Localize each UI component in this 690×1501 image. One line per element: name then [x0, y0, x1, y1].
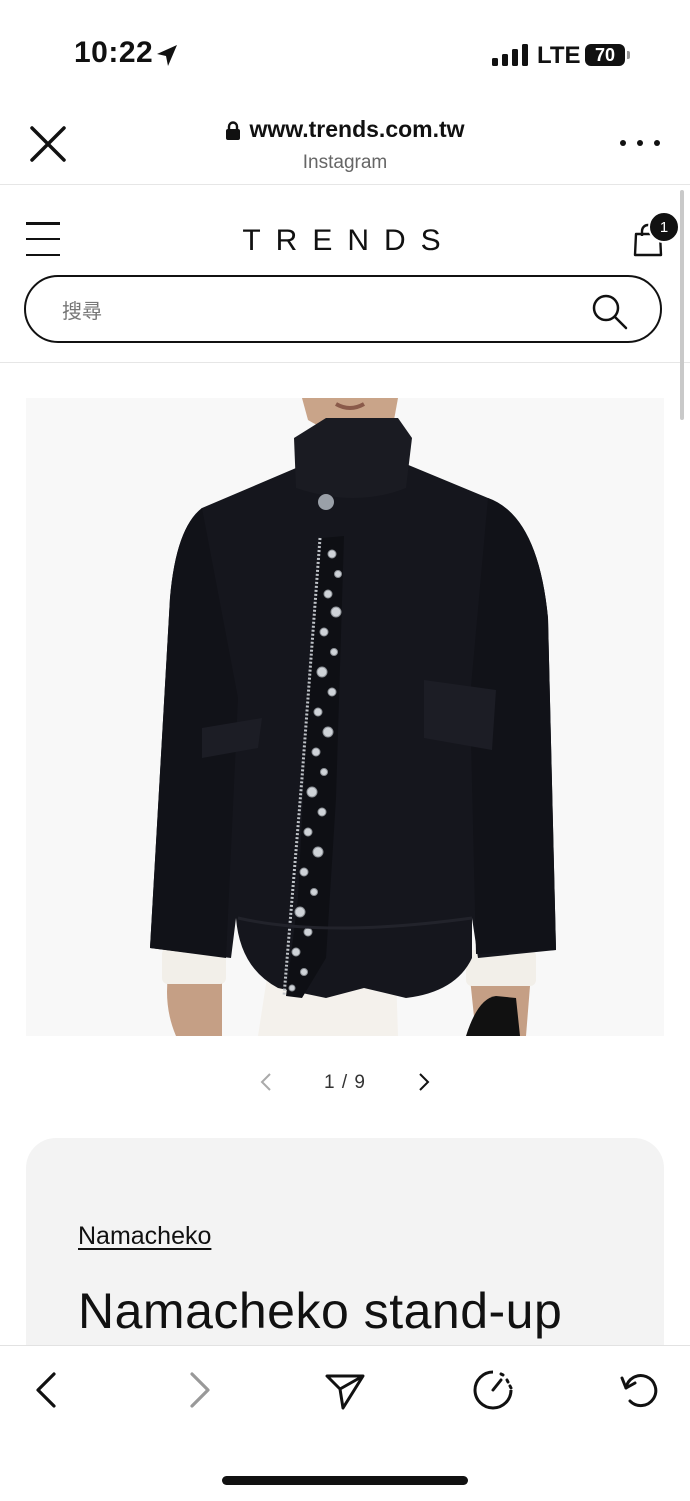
home-indicator[interactable]: [222, 1476, 468, 1485]
send-icon[interactable]: [323, 1368, 367, 1412]
site-divider: [0, 362, 690, 363]
status-time: 10:22: [74, 36, 154, 69]
back-icon[interactable]: [26, 1368, 70, 1412]
battery-icon: 70: [585, 44, 625, 66]
site-logo[interactable]: TRENDS: [0, 224, 690, 258]
search-field[interactable]: [24, 275, 662, 343]
signal-icon: [492, 44, 528, 66]
url-text: www.trends.com.tw: [249, 116, 465, 142]
search-icon[interactable]: [590, 292, 630, 332]
image-pager: 1 / 9: [324, 1072, 366, 1093]
speed-icon[interactable]: [471, 1368, 515, 1412]
header-divider: [0, 184, 690, 185]
reload-icon[interactable]: [618, 1368, 662, 1412]
url-bar[interactable]: www.trends.com.tw: [0, 116, 690, 143]
lock-icon: [226, 121, 241, 140]
product-title: Namacheko stand-up: [78, 1283, 563, 1339]
brand-link[interactable]: Namacheko: [78, 1222, 211, 1251]
battery-nub: [627, 51, 630, 59]
source-label: Instagram: [302, 152, 388, 173]
jacket-illustration: [26, 398, 664, 1036]
cart-count-badge: 1: [648, 211, 680, 243]
chevron-right-icon[interactable]: [416, 1072, 432, 1092]
location-arrow-icon: [157, 45, 177, 66]
product-image[interactable]: [26, 398, 664, 1036]
forward-icon[interactable]: [176, 1368, 220, 1412]
scrollbar[interactable]: [680, 190, 684, 420]
more-icon[interactable]: [620, 130, 660, 156]
network-label: LTE: [537, 42, 581, 69]
search-input[interactable]: [60, 295, 564, 327]
